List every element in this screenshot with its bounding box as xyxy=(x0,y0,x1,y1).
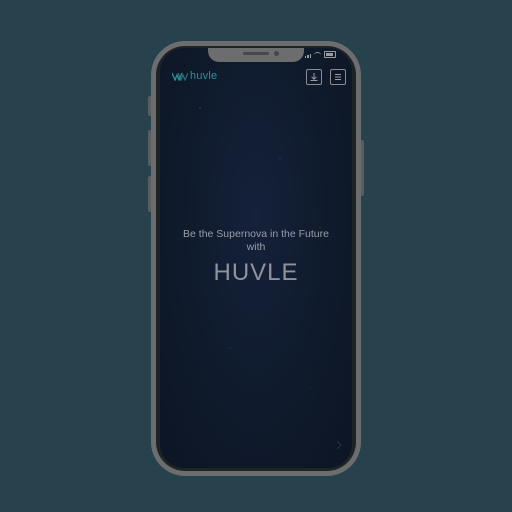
front-camera xyxy=(274,51,279,56)
logo-text: huvle xyxy=(190,70,218,82)
huvle-logo[interactable]: huvle xyxy=(172,70,217,82)
notch xyxy=(208,48,304,62)
phone-screen: huvle Be the Supernova in the Future wit… xyxy=(160,48,352,468)
speaker-grille xyxy=(243,52,269,55)
scroll-hint xyxy=(335,438,343,456)
hero-tagline-line1: Be the Supernova in the Future xyxy=(183,228,329,240)
battery-icon xyxy=(324,51,336,58)
chevron-right-icon xyxy=(336,440,342,450)
hero-section: Be the Supernova in the Future with HUVL… xyxy=(160,228,352,287)
hero-tagline-line2: with xyxy=(246,241,266,253)
huvle-wing-logo-icon xyxy=(172,72,188,81)
hamburger-menu-icon xyxy=(335,74,341,80)
signal-icon xyxy=(304,54,311,58)
download-button[interactable] xyxy=(306,69,322,85)
download-icon xyxy=(310,73,318,81)
menu-button[interactable] xyxy=(330,69,346,85)
mockup-stage: huvle Be the Supernova in the Future wit… xyxy=(0,0,512,512)
hero-brand: HUVLE xyxy=(213,259,299,286)
wifi-icon xyxy=(314,52,321,58)
status-bar xyxy=(304,51,336,58)
